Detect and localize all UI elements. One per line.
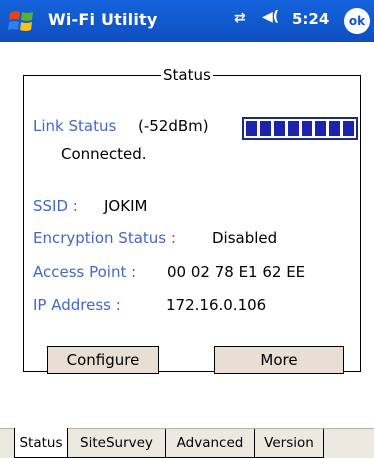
tab-version[interactable]: Version	[255, 429, 324, 458]
app-title: Wi-Fi Utility	[48, 10, 158, 29]
ssid-label: SSID :	[33, 197, 78, 215]
signal-strength-bar	[242, 117, 358, 140]
link-status-label: Link Status	[33, 117, 117, 135]
windows-logo-icon[interactable]	[6, 5, 38, 37]
signal-segment	[259, 121, 271, 136]
signal-segment	[315, 121, 327, 136]
clock[interactable]: 5:24	[292, 10, 329, 28]
access-point-label: Access Point :	[33, 263, 137, 281]
tab-sitesurvey[interactable]: SiteSurvey	[68, 429, 166, 458]
ip-address-label: IP Address :	[33, 296, 121, 314]
more-button[interactable]: More	[214, 346, 344, 374]
ip-address-value: 172.16.0.106	[166, 296, 267, 314]
signal-segment	[329, 121, 341, 136]
signal-segment	[273, 121, 285, 136]
encryption-status-value: Disabled	[212, 229, 278, 247]
volume-icon[interactable]: ◀(	[262, 9, 279, 25]
connection-state: Connected.	[61, 145, 147, 163]
signal-segment	[287, 121, 299, 136]
ssid-value: JOKIM	[104, 197, 148, 215]
encryption-status-label: Encryption Status :	[33, 229, 176, 247]
signal-dbm-value: (-52dBm)	[138, 117, 209, 135]
tab-status[interactable]: Status	[14, 428, 68, 458]
signal-segment	[301, 121, 313, 136]
connectivity-icon[interactable]: ⇄	[234, 10, 246, 26]
access-point-value: 00 02 78 E1 62 EE	[167, 263, 306, 281]
ok-button[interactable]: ok	[344, 8, 370, 34]
tab-advanced[interactable]: Advanced	[166, 429, 255, 458]
signal-segment	[343, 121, 354, 136]
tab-bar: Status SiteSurvey Advanced Version	[0, 428, 374, 458]
status-group-title: Status	[161, 66, 213, 84]
title-bar: Wi-Fi Utility ⇄ ◀( 5:24 ok	[0, 0, 374, 42]
signal-segment	[246, 121, 257, 136]
configure-button[interactable]: Configure	[47, 346, 159, 374]
